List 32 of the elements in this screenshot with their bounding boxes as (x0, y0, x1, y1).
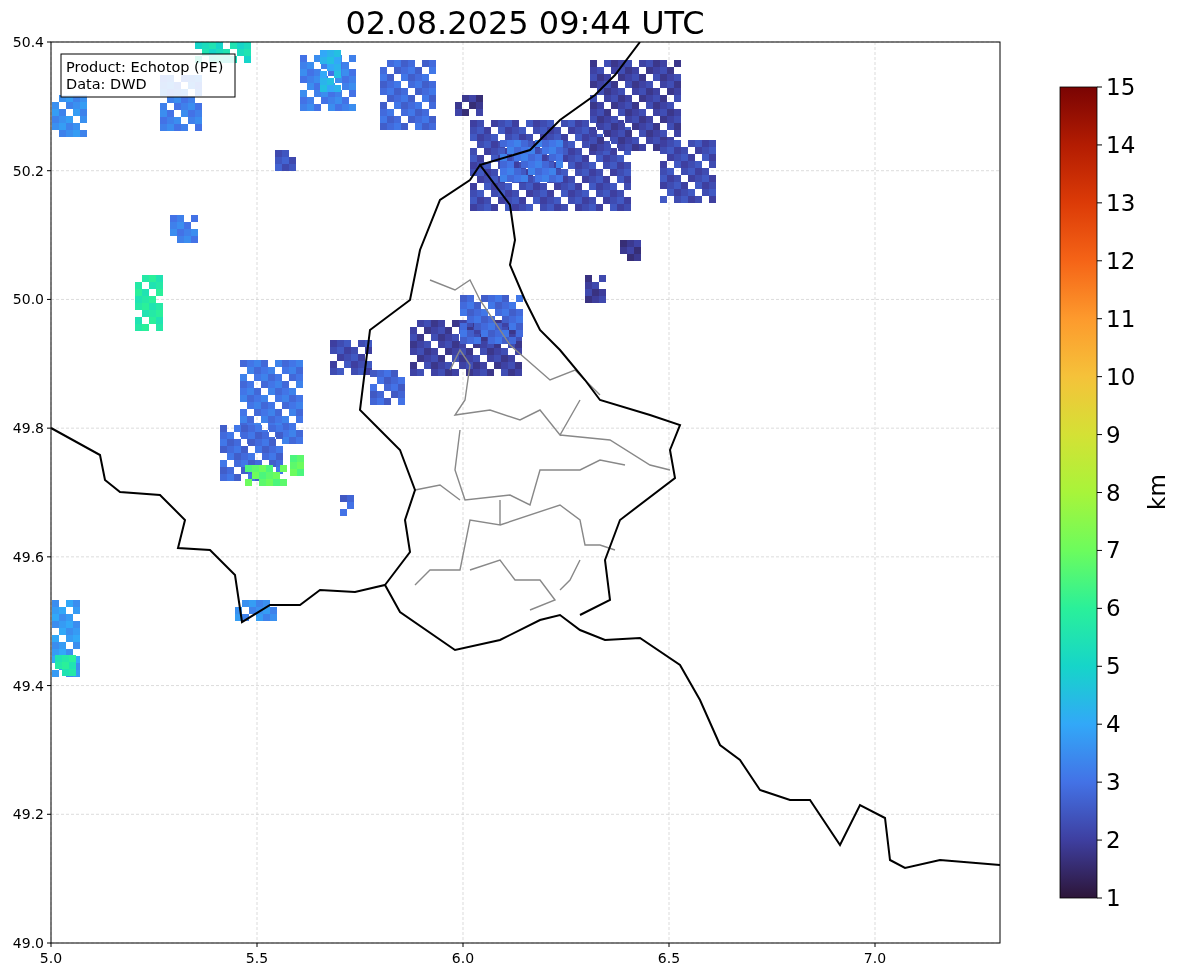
plot-title: 02.08.2025 09:44 UTC (345, 4, 705, 42)
axis-tick-label: 50.0 (12, 291, 44, 308)
axis-tick-label: 50.2 (12, 162, 44, 179)
colorbar-tick-label: 4 (1106, 711, 1121, 738)
colorbar-tick-label: 1 (1106, 885, 1121, 911)
colorbar-tick-label: 7 (1106, 537, 1121, 564)
colorbar-label: km (1144, 474, 1170, 510)
axis-tick-label: 49.0 (12, 935, 44, 951)
colorbar-tick-label: 10 (1106, 363, 1136, 390)
axis-tick-label: 49.6 (12, 548, 44, 565)
axis-tick-label: 49.4 (12, 677, 44, 694)
axis-tick-label: 5.5 (245, 950, 269, 966)
axis-tick-label: 49.8 (12, 420, 44, 437)
colorbar-tick-label: 13 (1106, 189, 1136, 216)
axis-tick-label: 6.0 (451, 950, 475, 966)
axis-tick-label: 5.0 (39, 950, 63, 966)
colorbar-tick-label: 8 (1106, 479, 1121, 506)
axis-tick-label: 7.0 (863, 950, 887, 966)
colorbar-tick-label: 14 (1106, 131, 1136, 158)
colorbar-tick-label: 9 (1106, 421, 1121, 448)
axis-tick-label: 50.4 (12, 34, 44, 50)
annotation-text: Data: DWD (66, 76, 147, 92)
colorbar-tick-label: 15 (1106, 74, 1136, 100)
axis-tick-label: 49.2 (12, 806, 44, 823)
colorbar-tick-label: 11 (1106, 305, 1136, 332)
colorbar-tick-label: 12 (1106, 247, 1136, 274)
colorbar-tick-label: 5 (1106, 653, 1121, 680)
colorbar-tick-label: 3 (1106, 769, 1121, 796)
colorbar-tick-label: 2 (1106, 827, 1121, 854)
axis-tick-label: 6.5 (657, 950, 681, 966)
colorbar-tick-label: 6 (1106, 595, 1121, 622)
annotation-text: Product: Echotop (PE) (66, 59, 224, 75)
